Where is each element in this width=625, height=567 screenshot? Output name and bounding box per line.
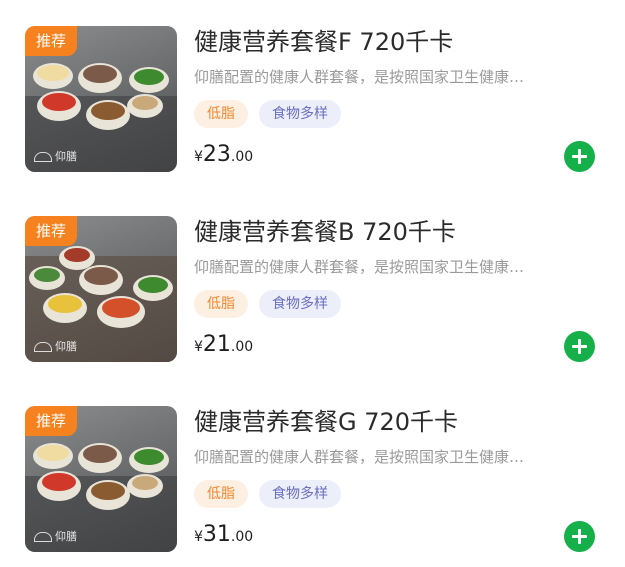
tag-low-fat: 低脂 — [194, 100, 248, 128]
meal-price: ¥21.00 — [194, 332, 253, 357]
add-to-cart-button[interactable] — [564, 141, 595, 172]
meal-tags: 低脂 食物多样 — [194, 290, 341, 318]
meal-image[interactable]: 推荐 仰膳 — [25, 216, 177, 362]
brand-name: 仰膳 — [55, 530, 77, 543]
brand-logo-icon — [34, 532, 52, 542]
currency-symbol: ¥ — [194, 529, 203, 545]
meal-image[interactable]: 推荐 仰膳 — [25, 26, 177, 172]
meal-price: ¥23.00 — [194, 142, 253, 167]
brand-watermark: 仰膳 — [34, 148, 77, 164]
meal-description: 仰膳配置的健康人群套餐，是按照国家卫生健康… — [194, 68, 525, 86]
meal-card[interactable]: 推荐 仰膳 健康营养套餐G 720千卡 仰膳配置的健康人群套餐，是按照国家卫生健… — [0, 380, 607, 552]
brand-name: 仰膳 — [55, 340, 77, 353]
tag-food-variety: 食物多样 — [259, 480, 341, 508]
recommend-badge: 推荐 — [25, 26, 77, 56]
meal-card[interactable]: 推荐 仰膳 健康营养套餐F 720千卡 仰膳配置的健康人群套餐，是按照国家卫生健… — [0, 0, 607, 172]
meal-description: 仰膳配置的健康人群套餐，是按照国家卫生健康… — [194, 258, 525, 276]
meal-title[interactable]: 健康营养套餐F 720千卡 — [194, 26, 453, 58]
tag-food-variety: 食物多样 — [259, 290, 341, 318]
price-decimal: .00 — [230, 529, 254, 545]
meal-image[interactable]: 推荐 仰膳 — [25, 406, 177, 552]
price-integer: 23 — [202, 142, 231, 167]
meal-description: 仰膳配置的健康人群套餐，是按照国家卫生健康… — [194, 448, 525, 466]
brand-watermark: 仰膳 — [34, 338, 77, 354]
recommend-badge: 推荐 — [25, 406, 77, 436]
brand-name: 仰膳 — [55, 150, 77, 163]
meal-tags: 低脂 食物多样 — [194, 100, 341, 128]
meal-card[interactable]: 推荐 仰膳 健康营养套餐B 720千卡 仰膳配置的健康人群套餐，是按照国家卫生健… — [0, 190, 607, 362]
meal-title[interactable]: 健康营养套餐G 720千卡 — [194, 406, 458, 438]
add-to-cart-button[interactable] — [564, 521, 595, 552]
tag-low-fat: 低脂 — [194, 290, 248, 318]
currency-symbol: ¥ — [194, 149, 203, 165]
tag-low-fat: 低脂 — [194, 480, 248, 508]
add-to-cart-button[interactable] — [564, 331, 595, 362]
price-decimal: .00 — [230, 339, 254, 355]
brand-logo-icon — [34, 152, 52, 162]
recommend-badge: 推荐 — [25, 216, 77, 246]
brand-watermark: 仰膳 — [34, 528, 77, 544]
meal-title[interactable]: 健康营养套餐B 720千卡 — [194, 216, 456, 248]
price-integer: 21 — [202, 332, 231, 357]
currency-symbol: ¥ — [194, 339, 203, 355]
price-decimal: .00 — [230, 149, 254, 165]
tag-food-variety: 食物多样 — [259, 100, 341, 128]
meal-price: ¥31.00 — [194, 522, 253, 547]
brand-logo-icon — [34, 342, 52, 352]
meal-tags: 低脂 食物多样 — [194, 480, 341, 508]
price-integer: 31 — [202, 522, 231, 547]
